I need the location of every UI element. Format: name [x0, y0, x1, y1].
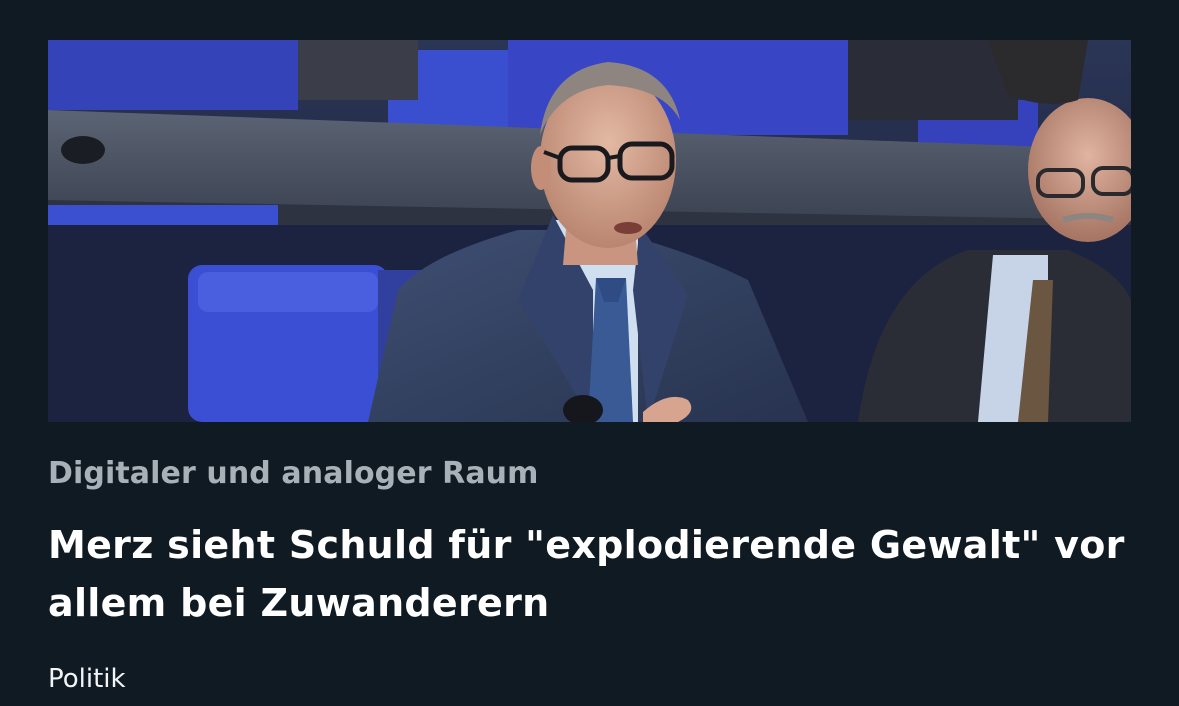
- article-teaser-card[interactable]: Digitaler und analoger Raum Merz sieht S…: [0, 0, 1179, 706]
- article-kicker: Digitaler und analoger Raum: [48, 456, 539, 491]
- article-hero-image[interactable]: [48, 40, 1131, 422]
- article-headline[interactable]: Merz sieht Schuld für "explodierende Gew…: [48, 516, 1138, 632]
- article-category[interactable]: Politik: [48, 664, 126, 694]
